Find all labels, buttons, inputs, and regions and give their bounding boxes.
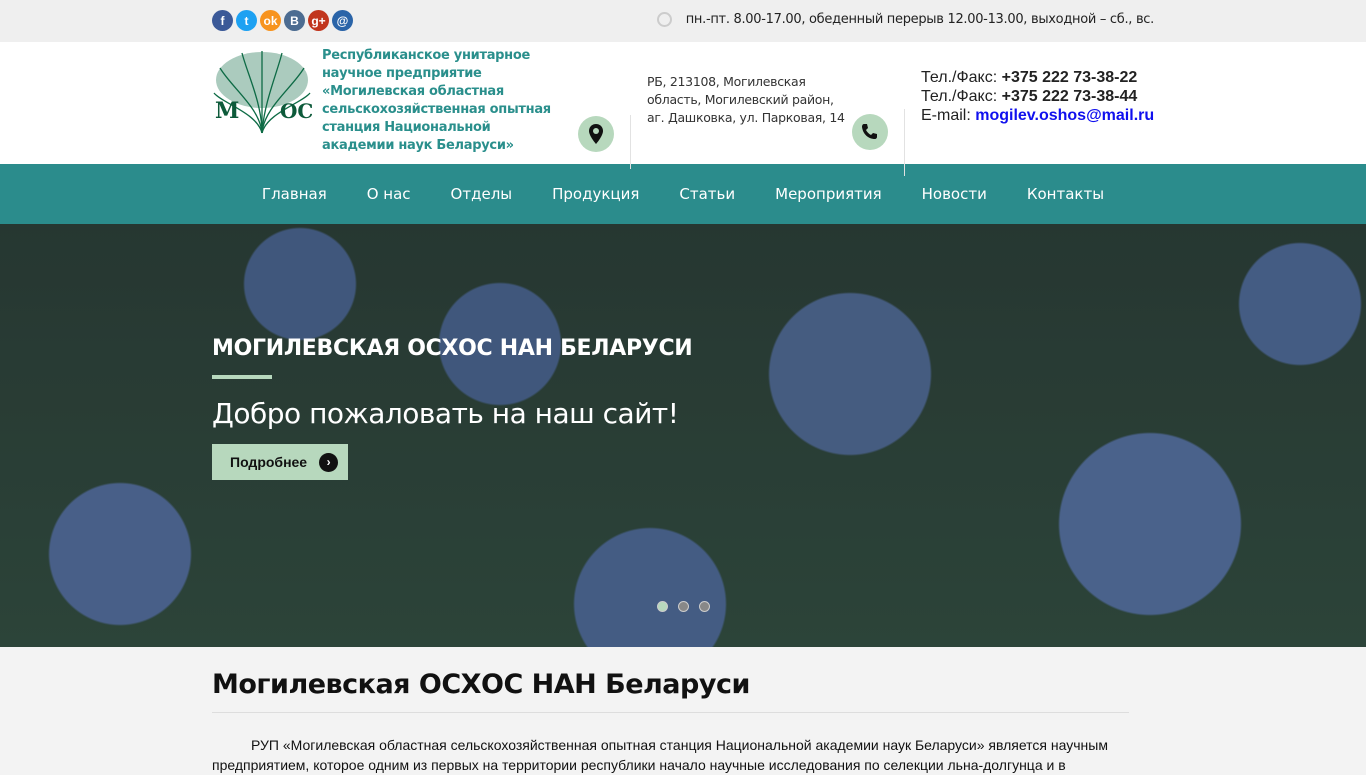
contacts: Тел./Факс: +375 222 73-38-22 Тел./Факс: … bbox=[921, 68, 1154, 125]
email-link[interactable]: mogilev.oshos@mail.ru bbox=[975, 107, 1154, 124]
svg-text:OC: OC bbox=[280, 99, 312, 123]
twitter-icon[interactable]: t bbox=[236, 10, 257, 31]
email-icon[interactable]: @ bbox=[332, 10, 353, 31]
nav-about[interactable]: О нас bbox=[347, 185, 431, 203]
header: M OC Республиканское унитарное научное п… bbox=[0, 42, 1366, 176]
slide-title: МОГИЛЕВСКАЯ ОСХОС НАН БЕЛАРУСИ bbox=[212, 336, 693, 361]
more-button[interactable]: Подробнее › bbox=[212, 444, 349, 480]
main-nav: Главная О нас Отделы Продукция Статьи Ме… bbox=[0, 164, 1366, 224]
hours-text: пн.-пт. 8.00-17.00, обеденный перерыв 12… bbox=[685, 12, 1155, 27]
slide-dot-1[interactable] bbox=[657, 601, 668, 612]
slide-dot-2[interactable] bbox=[678, 601, 689, 612]
phone-1[interactable]: +375 222 73-38-22 bbox=[1002, 69, 1138, 86]
nav-contacts[interactable]: Контакты bbox=[1007, 185, 1124, 203]
location-icon bbox=[578, 116, 614, 152]
nav-departments[interactable]: Отделы bbox=[431, 185, 533, 203]
address: РБ, 213108, Могилевская область, Могилев… bbox=[647, 74, 845, 125]
phone-2[interactable]: +375 222 73-38-44 bbox=[1002, 88, 1138, 105]
logo[interactable]: M OC bbox=[212, 48, 312, 138]
nav-news[interactable]: Новости bbox=[902, 185, 1007, 203]
nav-home[interactable]: Главная bbox=[242, 185, 347, 203]
slide-dot-3[interactable] bbox=[699, 601, 710, 612]
phone-icon bbox=[852, 114, 888, 150]
intro-text: РУП «Могилевская областная сельскохозяйс… bbox=[212, 737, 1108, 773]
vkontakte-icon[interactable]: B bbox=[284, 10, 305, 31]
facebook-icon[interactable]: f bbox=[212, 10, 233, 31]
divider bbox=[630, 115, 631, 169]
email-label: E-mail: bbox=[921, 107, 976, 124]
hero-slider: МОГИЛЕВСКАЯ ОСХОС НАН БЕЛАРУСИ Добро пож… bbox=[0, 224, 1366, 647]
clock-icon bbox=[656, 12, 672, 27]
accent-line bbox=[212, 375, 272, 379]
top-bar: f t ok Bg+ @ пн.-пт. 8.00-17.00, обеденный п… bbox=[0, 0, 1366, 42]
main-content: Могилевская ОСХОС НАН Беларуси РУП «Моги… bbox=[0, 647, 1129, 775]
svg-text:M: M bbox=[215, 98, 239, 124]
divider bbox=[904, 109, 905, 176]
page-title: Могилевская ОСХОС НАН Беларуси bbox=[212, 669, 1129, 713]
slider-dots bbox=[657, 601, 710, 612]
phone-label: Тел./Факс: bbox=[921, 69, 1002, 86]
working-hours: пн.-пт. 8.00-17.00, обеденный перерыв 12… bbox=[656, 12, 1155, 27]
arrow-right-icon: › bbox=[319, 452, 339, 472]
nav-products[interactable]: Продукция bbox=[532, 185, 659, 203]
nav-events[interactable]: Мероприятия bbox=[755, 185, 901, 203]
more-button-label: Подробнее bbox=[230, 454, 308, 470]
google-plus-icon[interactable]: g+ bbox=[308, 10, 329, 31]
slide-content: МОГИЛЕВСКАЯ ОСХОС НАН БЕЛАРУСИ Добро пож… bbox=[212, 336, 693, 480]
odnoklassniki-icon[interactable]: ok bbox=[260, 10, 281, 31]
phone-label: Тел./Факс: bbox=[921, 88, 1002, 105]
slide-subtitle: Добро пожаловать на наш сайт! bbox=[212, 397, 679, 430]
social-links: f t ok Bg+ @ bbox=[212, 10, 353, 31]
nav-articles[interactable]: Статьи bbox=[659, 185, 755, 203]
organization-name: Республиканское унитарное научное предпр… bbox=[322, 48, 551, 153]
